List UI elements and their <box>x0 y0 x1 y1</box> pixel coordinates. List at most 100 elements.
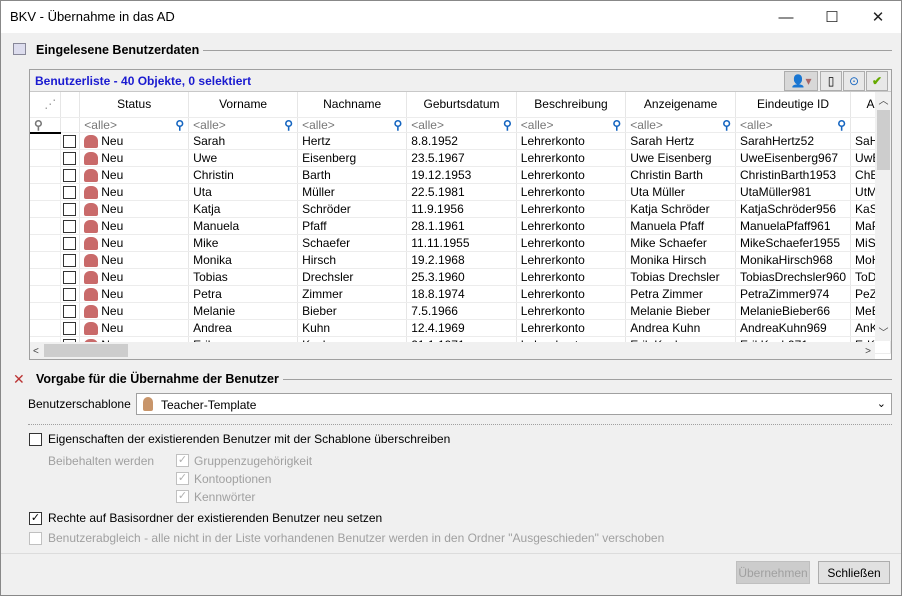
row-checkbox[interactable] <box>60 319 81 337</box>
table-cell: Tobias Drechsler <box>625 268 736 286</box>
search-icon: ⚲ <box>612 117 622 132</box>
table-cell: Christin Barth <box>625 166 736 184</box>
column-filter[interactable]: <alle> ⚲ <box>625 117 736 133</box>
column-header[interactable]: Eindeutige ID <box>735 92 852 118</box>
new-user-icon <box>84 220 99 234</box>
rights-label: Rechte auf Basisordner der existierenden… <box>48 511 383 525</box>
search-icon: ⚲ <box>284 117 294 132</box>
cell-status: Neu <box>79 200 190 218</box>
row-checkbox[interactable] <box>60 132 81 150</box>
apply-button[interactable]: Übernehmen <box>736 561 810 584</box>
scroll-thumb[interactable] <box>877 110 890 170</box>
table-cell: Lehrerkonto <box>516 183 627 201</box>
keep-passwords-checkbox[interactable]: ✓ <box>176 490 189 503</box>
table-cell: Lehrerkonto <box>516 268 627 286</box>
row-checkbox[interactable] <box>60 251 81 269</box>
table-row[interactable]: Neu Melanie Bieber 7.5.1966 Lehrerkonto Melan… <box>30 302 891 320</box>
column-filter[interactable]: <alle> ⚲ <box>79 117 190 133</box>
row-checkbox[interactable] <box>60 302 81 320</box>
minimize-button[interactable]: — <box>763 1 809 33</box>
table-row[interactable]: Neu Katja Schröder 11.9.1956 Lehrerkonto Katj… <box>30 200 891 218</box>
status-text: Neu <box>101 269 124 284</box>
close-window-button[interactable]: ✕ <box>855 1 901 33</box>
status-text: Neu <box>101 201 124 216</box>
grid-caption: Benutzerliste - 40 Objekte, 0 selektiert <box>35 74 252 88</box>
table-cell: Müller <box>297 183 408 201</box>
table-cell: Hertz <box>297 132 408 150</box>
cell-status: Neu <box>79 132 190 150</box>
filter-search-icon[interactable]: ⚲ <box>30 117 62 134</box>
column-filter[interactable]: <alle> ⚲ <box>406 117 517 133</box>
status-text: Neu <box>101 167 124 182</box>
table-row[interactable]: Neu Tobias Drechsler 25.3.1960 Lehrerkonto To… <box>30 268 891 286</box>
sync-checkbox[interactable] <box>29 532 42 545</box>
close-button[interactable]: Schließen <box>818 561 890 584</box>
table-row[interactable]: Neu Mike Schaefer 11.11.1955 Lehrerkonto Mike… <box>30 234 891 252</box>
row-checkbox[interactable] <box>60 200 81 218</box>
row-checkbox[interactable] <box>60 149 81 167</box>
horizontal-scrollbar[interactable]: < > <box>30 342 875 359</box>
column-header[interactable]: Nachname <box>297 92 408 118</box>
new-document-icon[interactable]: ▯ <box>820 71 842 91</box>
table-row[interactable]: Neu Andrea Kuhn 12.4.1969 Lehrerkonto Andrea … <box>30 319 891 337</box>
table-row[interactable]: Neu Uwe Eisenberg 23.5.1967 Lehrerkonto Uwe E… <box>30 149 891 167</box>
column-filter[interactable]: <alle> ⚲ <box>297 117 408 133</box>
table-cell: Manuela Pfaff <box>625 217 736 235</box>
cell-status: Neu <box>79 251 190 269</box>
cell-status: Neu <box>79 319 190 337</box>
table-cell: SarahHertz52 <box>735 132 852 150</box>
table-row[interactable]: Neu Christin Barth 19.12.1953 Lehrerkonto Chr… <box>30 166 891 184</box>
new-user-icon <box>84 169 99 183</box>
row-checkbox[interactable] <box>60 234 81 252</box>
table-row[interactable]: Neu Sarah Hertz 8.8.1952 Lehrerkonto Sarah He… <box>30 132 891 150</box>
table-cell: TobiasDrechsler960 <box>735 268 852 286</box>
row-checkbox[interactable] <box>60 183 81 201</box>
maximize-button[interactable]: ☐ <box>809 1 855 33</box>
keep-groups-label: Gruppenzugehörigkeit <box>194 454 313 468</box>
table-cell: Uta <box>188 183 299 201</box>
table-cell: Lehrerkonto <box>516 200 627 218</box>
table-row[interactable]: Neu Monika Hirsch 19.2.1968 Lehrerkonto Monik… <box>30 251 891 269</box>
overwrite-checkbox[interactable] <box>29 433 42 446</box>
rights-checkbox[interactable]: ✓ <box>29 512 42 525</box>
table-cell: Lehrerkonto <box>516 285 627 303</box>
row-checkbox[interactable] <box>60 166 81 184</box>
row-checkbox[interactable] <box>60 285 81 303</box>
table-cell: Lehrerkonto <box>516 166 627 184</box>
grid-caption-bar: Benutzerliste - 40 Objekte, 0 selektiert… <box>30 70 891 92</box>
status-text: Neu <box>101 303 124 318</box>
search-icon: ⚲ <box>502 117 512 132</box>
table-row[interactable]: Neu Petra Zimmer 18.8.1974 Lehrerkonto Petra … <box>30 285 891 303</box>
scroll-thumb[interactable] <box>44 344 128 357</box>
table-cell: Andrea Kuhn <box>625 319 736 337</box>
table-cell: Melanie <box>188 302 299 320</box>
search-check-icon[interactable]: ⊙ <box>843 71 865 91</box>
column-header[interactable]: Anzeigename <box>625 92 736 118</box>
column-header[interactable]: Vorname <box>188 92 299 118</box>
table-row[interactable]: Neu Uta Müller 22.5.1981 Lehrerkonto Uta Müll… <box>30 183 891 201</box>
column-header[interactable]: Beschreibung <box>516 92 627 118</box>
keep-account-options-checkbox[interactable]: ✓ <box>176 472 189 485</box>
keep-groups-checkbox[interactable]: ✓ <box>176 454 189 467</box>
row-checkbox[interactable] <box>60 217 81 235</box>
cell-status: Neu <box>79 217 190 235</box>
column-filter[interactable]: <alle> ⚲ <box>735 117 852 133</box>
column-filter[interactable]: <alle> ⚲ <box>516 117 627 133</box>
row-header <box>30 302 62 320</box>
checkmark-icon[interactable]: ✔ <box>866 71 888 91</box>
table-cell: Petra <box>188 285 299 303</box>
row-checkbox[interactable] <box>60 268 81 286</box>
vertical-scrollbar[interactable]: ︿ ﹀ <box>875 92 891 341</box>
new-user-icon <box>84 254 99 268</box>
new-user-icon <box>84 322 99 336</box>
table-cell: 18.8.1974 <box>406 285 517 303</box>
table-cell: Melanie Bieber <box>625 302 736 320</box>
user-menu-icon[interactable]: 👤▾ <box>784 71 818 91</box>
new-user-icon <box>84 237 99 251</box>
template-dropdown[interactable]: Teacher-Template ⌄ <box>136 393 892 415</box>
table-cell: Katja <box>188 200 299 218</box>
table-row[interactable]: Neu Manuela Pfaff 28.1.1961 Lehrerkonto Manue… <box>30 217 891 235</box>
column-filter[interactable]: <alle> ⚲ <box>188 117 299 133</box>
column-header[interactable]: Geburtsdatum <box>406 92 517 118</box>
column-header[interactable]: Status <box>79 92 190 118</box>
